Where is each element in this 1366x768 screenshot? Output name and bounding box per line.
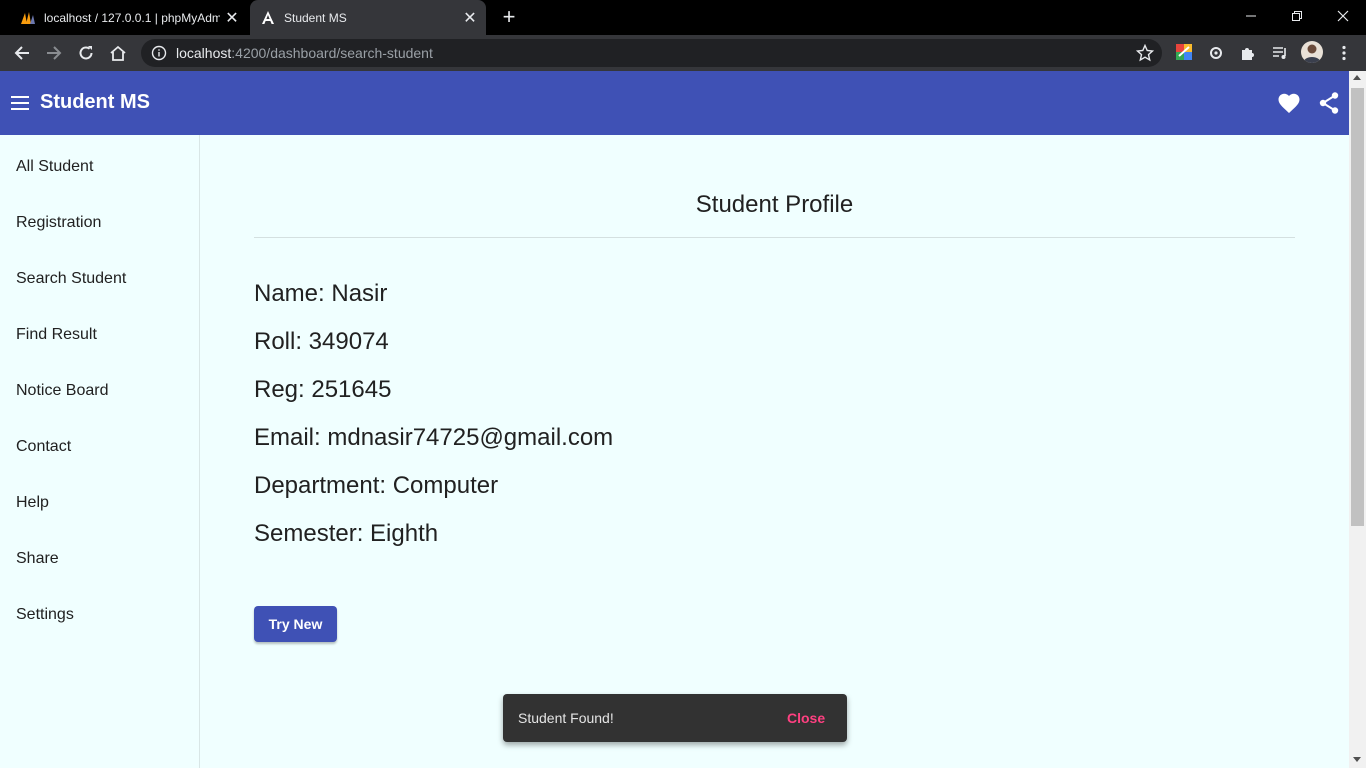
new-tab-button[interactable]: +	[498, 6, 520, 28]
home-icon[interactable]	[106, 41, 130, 65]
divider	[254, 237, 1295, 238]
restore-button[interactable]	[1274, 0, 1320, 32]
student-reg: Reg: 251645	[254, 376, 392, 403]
browser-tab-student-ms[interactable]: Student MS ✕	[250, 0, 486, 35]
heart-icon[interactable]	[1277, 92, 1301, 119]
colorful-extension-icon[interactable]	[1176, 44, 1192, 60]
reload-icon[interactable]	[74, 41, 98, 65]
close-icon[interactable]: ✕	[458, 8, 482, 28]
student-department: Department: Computer	[254, 472, 499, 499]
sidenav-item-settings[interactable]: Settings	[16, 606, 74, 624]
more-options-icon[interactable]	[1332, 41, 1356, 65]
tab-title: localhost / 127.0.0.1 | phpMyAdmin	[44, 10, 220, 25]
profile-avatar[interactable]	[1301, 41, 1323, 63]
snackbar-close-button[interactable]: Close	[787, 710, 825, 726]
page-scrollbar[interactable]	[1349, 71, 1366, 768]
sidenav-item-help[interactable]: Help	[16, 494, 49, 512]
scroll-up-arrow-icon[interactable]	[1353, 75, 1361, 80]
sidenav-item-search-student[interactable]: Search Student	[16, 270, 126, 288]
media-queue-icon[interactable]	[1268, 41, 1292, 65]
tab-title: Student MS	[284, 10, 347, 25]
app-header: Student MS	[0, 71, 1349, 135]
student-roll: Roll: 349074	[254, 328, 389, 355]
scroll-down-arrow-icon[interactable]	[1353, 757, 1361, 762]
minimize-button[interactable]	[1228, 0, 1274, 32]
sidenav-item-all-student[interactable]: All Student	[16, 158, 93, 176]
info-icon[interactable]	[151, 45, 167, 61]
url-text: localhost:4200/dashboard/search-student	[176, 45, 433, 61]
sidenav: All Student Registration Search Student …	[0, 135, 200, 768]
menu-icon[interactable]	[10, 92, 30, 114]
bookmark-star-icon[interactable]	[1135, 43, 1155, 67]
url-path: :4200/dashboard/search-student	[231, 45, 433, 61]
student-semester: Semester: Eighth	[254, 520, 439, 547]
browser-toolbar: localhost:4200/dashboard/search-student	[0, 35, 1366, 71]
back-icon[interactable]	[10, 41, 34, 65]
share-icon[interactable]	[1318, 91, 1340, 120]
url-host: localhost	[176, 45, 232, 61]
scroll-thumb[interactable]	[1351, 88, 1364, 526]
close-icon[interactable]: ✕	[220, 8, 244, 28]
sidenav-item-find-result[interactable]: Find Result	[16, 326, 97, 344]
snackbar-message: Student Found!	[518, 710, 614, 726]
sidenav-item-share[interactable]: Share	[16, 550, 59, 568]
page-title: Student Profile	[695, 191, 854, 218]
snackbar: Student Found! Close	[503, 694, 847, 742]
browser-tab-strip: localhost / 127.0.0.1 | phpMyAdmin ✕ Stu…	[0, 0, 1366, 35]
extensions-puzzle-icon[interactable]	[1236, 41, 1260, 65]
extension-icon[interactable]	[1204, 41, 1228, 65]
try-new-button[interactable]: Try New	[254, 606, 337, 642]
sidenav-item-registration[interactable]: Registration	[16, 214, 101, 232]
app-title: Student MS	[40, 91, 150, 113]
phpmyadmin-icon	[20, 11, 36, 25]
sidenav-item-contact[interactable]: Contact	[16, 438, 71, 456]
app-root: Student MS All Student Registration Sear…	[0, 71, 1349, 768]
browser-tab-phpmyadmin[interactable]: localhost / 127.0.0.1 | phpMyAdmin ✕	[8, 0, 248, 35]
address-bar[interactable]: localhost:4200/dashboard/search-student	[141, 39, 1162, 67]
angular-icon	[260, 10, 276, 26]
forward-icon[interactable]	[42, 41, 66, 65]
student-email: Email: mdnasir74725@gmail.com	[254, 424, 614, 451]
window-close-button[interactable]	[1320, 0, 1366, 32]
sidenav-item-notice-board[interactable]: Notice Board	[16, 382, 109, 400]
student-name: Name: Nasir	[254, 280, 388, 307]
